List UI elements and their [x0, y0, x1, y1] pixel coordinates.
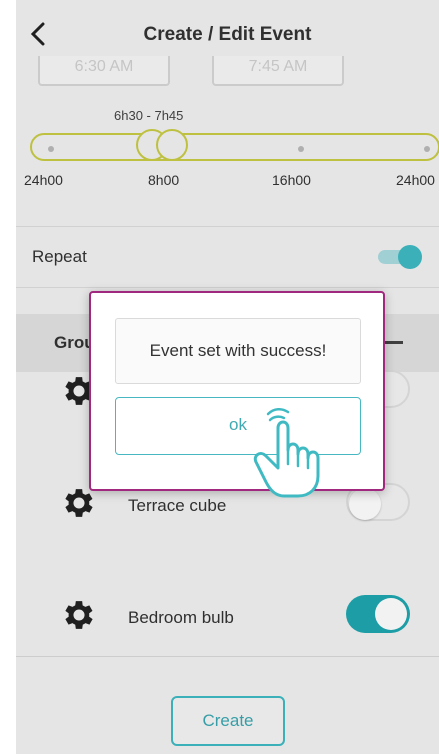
success-dialog: Event set with success! ok	[89, 291, 385, 491]
dialog-message: Event set with success!	[115, 318, 361, 384]
hand-pointer-icon	[253, 408, 320, 498]
event-screen: Create / Edit Event 6:30 AM 7:45 AM 6h30…	[16, 0, 439, 754]
